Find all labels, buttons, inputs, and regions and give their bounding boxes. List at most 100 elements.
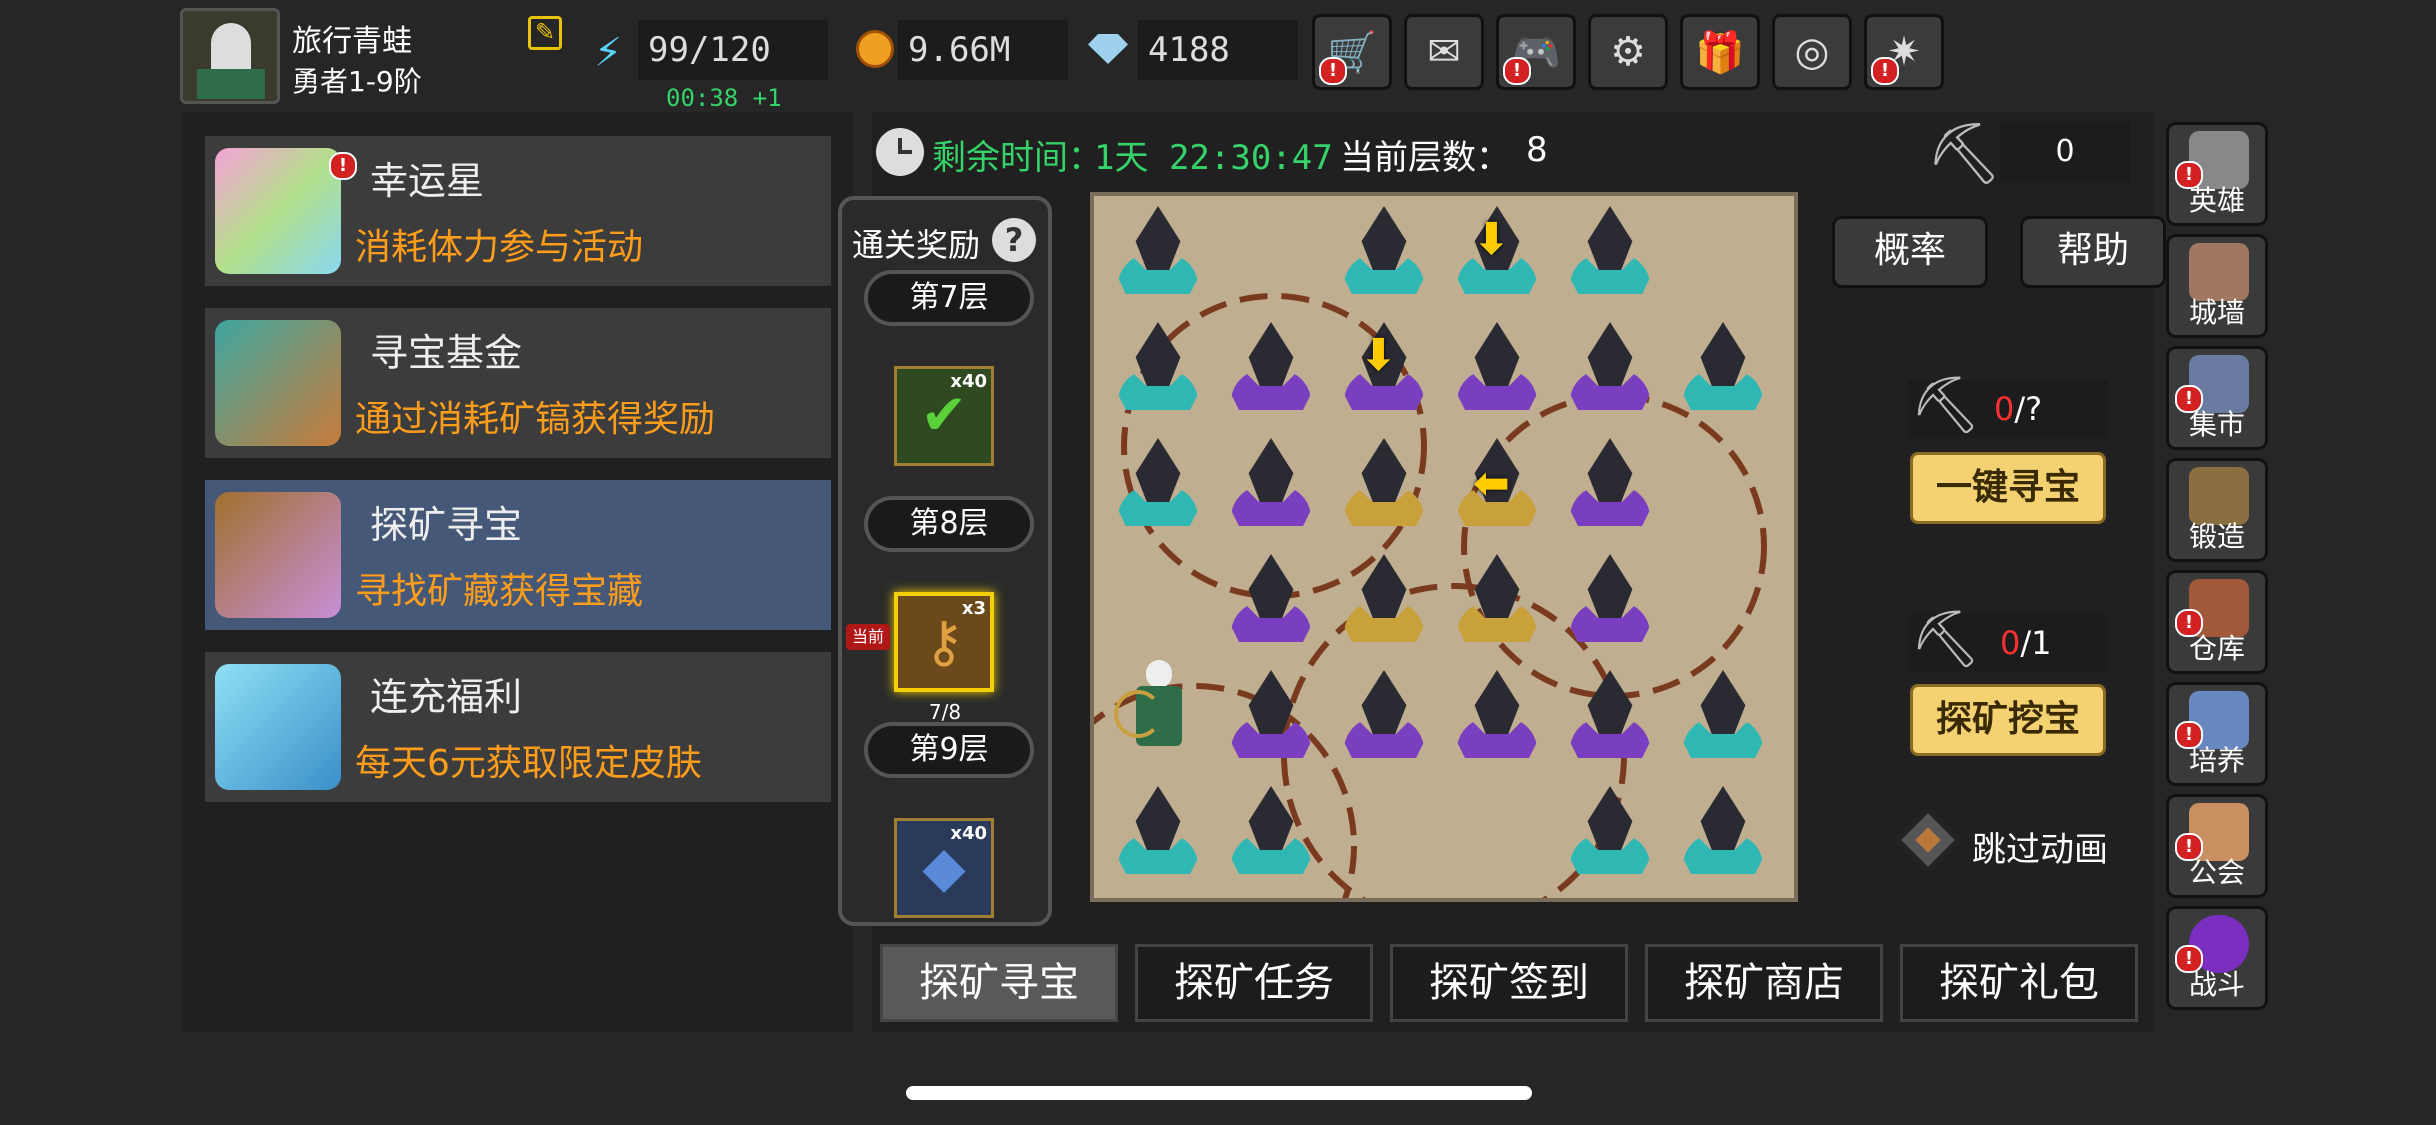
reward-slot[interactable]: ✔ x40 (894, 366, 994, 466)
nav-guild[interactable]: 公会! (2166, 794, 2268, 898)
fireworks-button[interactable]: ✷! (1864, 14, 1944, 90)
dig-pickaxe-icon: ⛏ (1910, 607, 1982, 672)
crystal-body (1361, 438, 1407, 502)
gold-icon (856, 30, 894, 68)
crystal-teal[interactable] (1118, 438, 1198, 528)
nav-market[interactable]: 集市! (2166, 346, 2268, 450)
hero-bow (1114, 690, 1162, 738)
crystal-purple[interactable]: ⬇ (1344, 322, 1424, 412)
gift-button[interactable]: 🎁 (1680, 14, 1760, 90)
gear-icon: ⚙ (1610, 29, 1646, 75)
gift-icon: 🎁 (1695, 29, 1745, 76)
cart-button[interactable]: 🛒! (1312, 14, 1392, 90)
crystal-purple[interactable] (1231, 438, 1311, 528)
crystal-teal[interactable] (1118, 206, 1198, 296)
floor-label: 第8层 (864, 496, 1034, 552)
crystal-teal[interactable] (1683, 786, 1763, 876)
cost-separator: / (2020, 624, 2032, 662)
dig-need: 1 (2031, 624, 2052, 662)
event-item-4[interactable]: 连充福利 每天6元获取限定皮肤 (205, 652, 831, 802)
tab-2[interactable]: 探矿任务 (1135, 944, 1373, 1022)
nav-helmet[interactable]: 英雄! (2166, 122, 2268, 226)
crystal-body (1135, 206, 1181, 270)
help-circle-icon[interactable]: ? (992, 218, 1036, 262)
floor-progress: 7/8 (928, 700, 962, 724)
crystal-teal[interactable] (1683, 322, 1763, 412)
crystal-body (1700, 322, 1746, 386)
event-desc: 通过消耗矿镐获得奖励 (355, 399, 716, 440)
dig-button[interactable]: 探矿挖宝 (1910, 684, 2106, 756)
floor-label: 第9层 (864, 722, 1034, 778)
event-item-1[interactable]: 幸运星 消耗体力参与活动! (205, 136, 831, 286)
nav-portal[interactable]: 战斗! (2166, 906, 2268, 1010)
crystal-gold[interactable] (1344, 438, 1424, 528)
event-desc: 寻找矿藏获得宝藏 (355, 571, 644, 612)
edit-name-icon[interactable]: ✎ (528, 16, 562, 50)
tab-4[interactable]: 探矿商店 (1645, 944, 1883, 1022)
blue-gem-icon: ◆ (922, 835, 966, 900)
event-item-3[interactable]: 探矿寻宝 寻找矿藏获得宝藏 (205, 480, 831, 630)
crystal-gold[interactable]: ⬅ (1457, 438, 1537, 528)
crystal-teal[interactable] (1570, 206, 1650, 296)
nav-trophy[interactable]: 培养! (2166, 682, 2268, 786)
lucky-star-icon (215, 148, 341, 274)
nav-anvil[interactable]: 锻造 (2166, 458, 2268, 562)
crystal-teal[interactable] (1344, 206, 1424, 296)
crystal-purple[interactable] (1457, 670, 1537, 760)
mining-map[interactable]: ⬇ ⬇ ⬅ (1090, 192, 1798, 902)
crystal-purple[interactable] (1231, 322, 1311, 412)
alert-badge: ! (1503, 57, 1531, 85)
reward-slot[interactable]: ⚷ x3 (894, 592, 994, 692)
golden-key-icon: ⚷ (923, 610, 965, 675)
color-wheel-button[interactable]: ◎ (1772, 14, 1852, 90)
crystal-body (1248, 786, 1294, 850)
tab-3[interactable]: 探矿签到 (1390, 944, 1628, 1022)
current-floor-value: 8 (1526, 130, 1548, 170)
mail-button[interactable]: ✉ (1404, 14, 1484, 90)
remaining-time-label: 剩余时间： (932, 138, 1102, 178)
crystal-body (1361, 670, 1407, 734)
player-avatar[interactable] (180, 8, 280, 104)
crystal-body (1587, 670, 1633, 734)
probability-button[interactable]: 概率 (1832, 216, 1988, 288)
treasure-chest-icon (215, 492, 341, 618)
event-item-2[interactable]: 寻宝基金通过消耗矿镐获得奖励 (205, 308, 831, 458)
crystal-teal[interactable] (1118, 786, 1198, 876)
crystal-purple[interactable] (1570, 322, 1650, 412)
crystal-purple[interactable] (1570, 670, 1650, 760)
crystal-body (1587, 206, 1633, 270)
crystal-purple[interactable] (1570, 438, 1650, 528)
crystal-gold[interactable] (1344, 554, 1424, 644)
auto-search-button[interactable]: 一键寻宝 (1910, 452, 2106, 524)
nav-wall[interactable]: 城墙 (2166, 234, 2268, 338)
crystal-purple[interactable] (1231, 670, 1311, 760)
gamepad-button[interactable]: 🎮! (1496, 14, 1576, 90)
nav-warehouse[interactable]: 仓库! (2166, 570, 2268, 674)
crystal-teal[interactable] (1118, 322, 1198, 412)
event-title: 寻宝基金 (370, 331, 523, 375)
tab-1[interactable]: 探矿寻宝 (880, 944, 1118, 1022)
crystal-teal[interactable] (1231, 786, 1311, 876)
player-name: 旅行青蛙 (292, 24, 412, 59)
mail-icon: ✉ (1427, 29, 1461, 75)
ice-crystal-icon (215, 664, 341, 790)
gear-button[interactable]: ⚙ (1588, 14, 1668, 90)
tab-5[interactable]: 探矿礼包 (1900, 944, 2138, 1022)
help-button[interactable]: 帮助 (2020, 216, 2166, 288)
crystal-teal[interactable] (1683, 670, 1763, 760)
crystal-gold[interactable] (1457, 554, 1537, 644)
crystal-purple[interactable] (1344, 670, 1424, 760)
crystal-purple[interactable] (1570, 554, 1650, 644)
crystal-purple[interactable] (1231, 554, 1311, 644)
crystal-purple[interactable] (1457, 322, 1537, 412)
event-title: 连充福利 (370, 675, 523, 719)
crystal-teal[interactable] (1570, 786, 1650, 876)
hero-head (1146, 660, 1172, 688)
gold-value: 9.66M (898, 20, 1068, 80)
reward-slot[interactable]: ◆ x40 (894, 818, 994, 918)
crystal-body (1474, 322, 1520, 386)
floor-label: 第7层 (864, 270, 1034, 326)
crystal-teal[interactable]: ⬇ (1457, 206, 1537, 296)
treasure-bag-icon (215, 320, 341, 446)
crystal-body (1361, 554, 1407, 618)
